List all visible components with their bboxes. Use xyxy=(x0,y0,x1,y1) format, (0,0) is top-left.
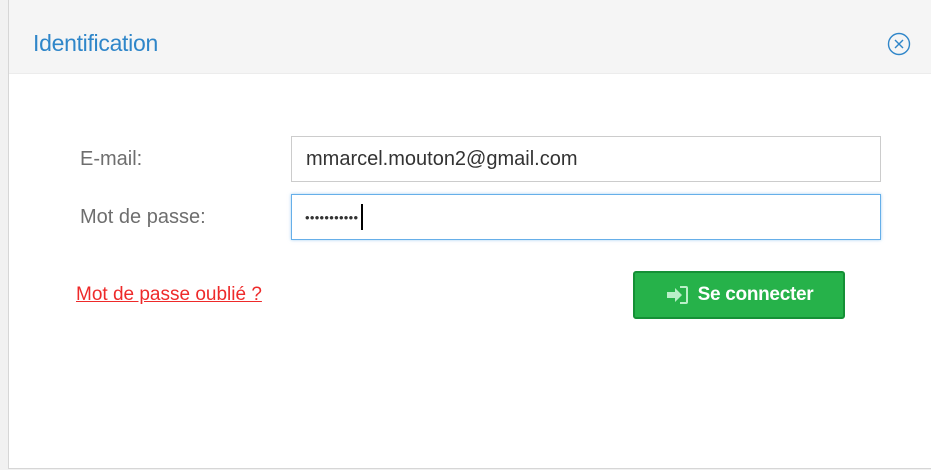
email-label: E-mail: xyxy=(80,148,143,170)
close-button[interactable] xyxy=(887,32,911,56)
close-circle-icon xyxy=(887,32,911,56)
login-dialog: Identification E-mail: Mot de passe: •••… xyxy=(8,0,931,469)
dialog-title: Identification xyxy=(33,30,158,56)
dialog-header: Identification xyxy=(9,0,931,74)
forgot-password-link[interactable]: Mot de passe oublié ? xyxy=(76,283,262,307)
text-caret xyxy=(361,204,364,230)
email-field[interactable] xyxy=(291,136,881,182)
password-value-display: ••••••••••• xyxy=(305,203,364,231)
password-label: Mot de passe: xyxy=(80,206,206,228)
sign-in-icon xyxy=(666,286,688,304)
login-button-label: Se connecter xyxy=(697,284,814,305)
login-button[interactable]: Se connecter xyxy=(633,271,845,319)
password-dots: ••••••••••• xyxy=(305,209,359,225)
password-field[interactable] xyxy=(291,194,881,240)
